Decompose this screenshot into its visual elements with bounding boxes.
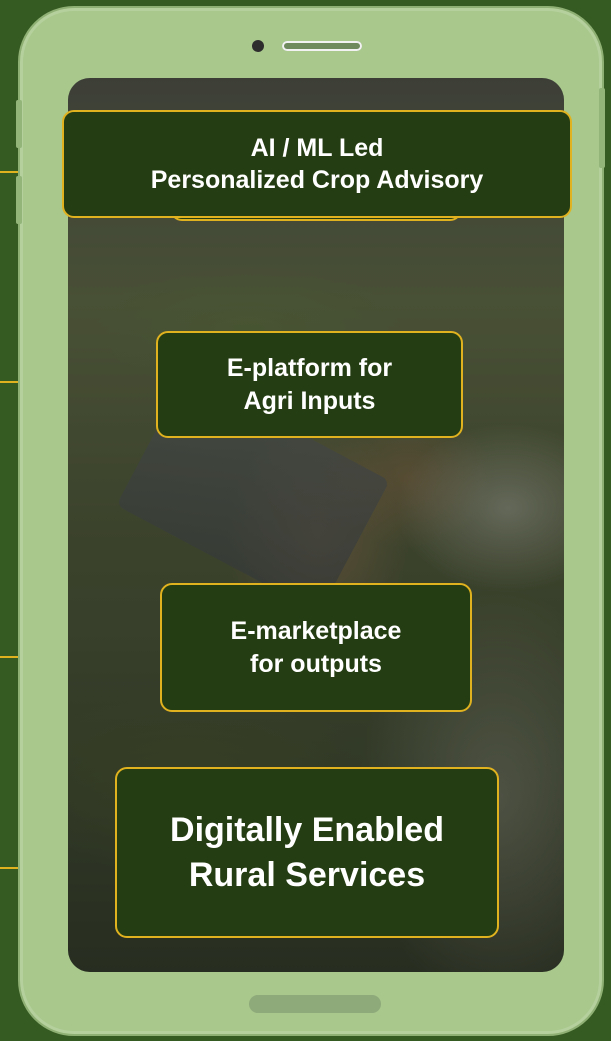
marketplace-box: E-marketplace for outputs <box>160 583 472 712</box>
speaker-grille <box>282 41 362 51</box>
side-button-left-1 <box>16 100 22 148</box>
camera-icon <box>252 40 264 52</box>
agri-inputs-label: E-platform for Agri Inputs <box>226 354 393 415</box>
rural-services-box: Digitally Enabled Rural Services <box>115 767 499 938</box>
home-bar <box>249 995 381 1013</box>
agri-inputs-box: E-platform for Agri Inputs <box>156 331 463 438</box>
side-button-right <box>599 88 605 168</box>
crop-advisory-label: AI / ML Led Personalized Crop Advisory <box>150 133 484 195</box>
side-button-left-2 <box>16 176 22 224</box>
rural-services-label: Digitally Enabled Rural Services <box>170 811 444 894</box>
marketplace-label: E-marketplace for outputs <box>230 617 402 678</box>
crop-advisory-box: AI / ML Led Personalized Crop Advisory <box>62 110 572 218</box>
